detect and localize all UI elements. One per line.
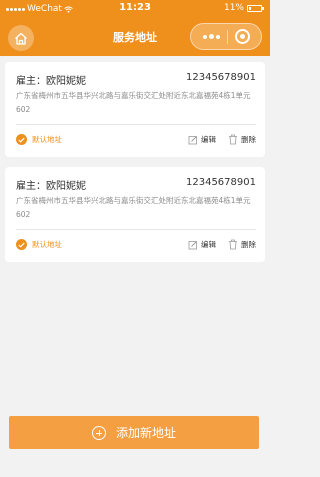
card-actions: 编辑 删除 xyxy=(188,239,256,250)
edit-button[interactable]: 编辑 xyxy=(201,239,216,250)
capsule-divider xyxy=(227,30,228,44)
address-text: 广东省梅州市五华县华兴北路与嘉乐街交汇处附近东北嘉福苑4栋1单元602 xyxy=(16,91,251,114)
delete-button[interactable]: 删除 xyxy=(241,134,256,145)
card-actions: 编辑 删除 xyxy=(188,134,256,145)
address-card[interactable]: 雇主：欧阳妮妮 12345678901 广东省梅州市五华县华兴北路与嘉乐街交汇处… xyxy=(5,167,265,262)
check-circle-icon xyxy=(16,239,27,250)
recipient-phone: 12345678901 xyxy=(186,72,256,83)
target-icon[interactable] xyxy=(235,29,250,44)
default-address-label: 默认地址 xyxy=(32,240,62,249)
recipient-name: 雇主：欧阳妮妮 xyxy=(16,76,86,87)
recipient-name: 雇主：欧阳妮妮 xyxy=(16,181,86,192)
address-card[interactable]: 雇主：欧阳妮妮 12345678901 广东省梅州市五华县华兴北路与嘉乐街交汇处… xyxy=(5,62,265,157)
address-text: 广东省梅州市五华县华兴北路与嘉乐街交汇处附近东北嘉福苑4栋1单元602 xyxy=(16,196,251,219)
edit-button[interactable]: 编辑 xyxy=(201,134,216,145)
edit-icon[interactable] xyxy=(188,135,198,145)
battery-percent: 11% xyxy=(223,3,244,13)
nav-bar: 服务地址 xyxy=(0,18,270,56)
mini-program-capsule xyxy=(190,23,262,50)
more-dots-icon[interactable] xyxy=(199,24,223,49)
delete-button[interactable]: 删除 xyxy=(241,239,256,250)
plus-circle-icon xyxy=(91,425,106,440)
default-address-label: 默认地址 xyxy=(32,135,62,144)
default-address-toggle[interactable]: 默认地址 xyxy=(16,134,62,145)
add-address-button[interactable]: 添加新地址 xyxy=(9,416,259,449)
card-divider xyxy=(16,124,256,125)
card-divider xyxy=(16,229,256,230)
add-address-label: 添加新地址 xyxy=(115,426,176,440)
default-address-toggle[interactable]: 默认地址 xyxy=(16,239,62,250)
status-bar: WeChat 11:23 11% xyxy=(0,0,270,18)
trash-icon[interactable] xyxy=(228,134,238,145)
edit-icon[interactable] xyxy=(188,240,198,250)
trash-icon[interactable] xyxy=(228,239,238,250)
recipient-phone: 12345678901 xyxy=(186,177,256,188)
status-battery: 11% xyxy=(223,3,264,13)
battery-icon xyxy=(247,4,264,12)
check-circle-icon xyxy=(16,134,27,145)
